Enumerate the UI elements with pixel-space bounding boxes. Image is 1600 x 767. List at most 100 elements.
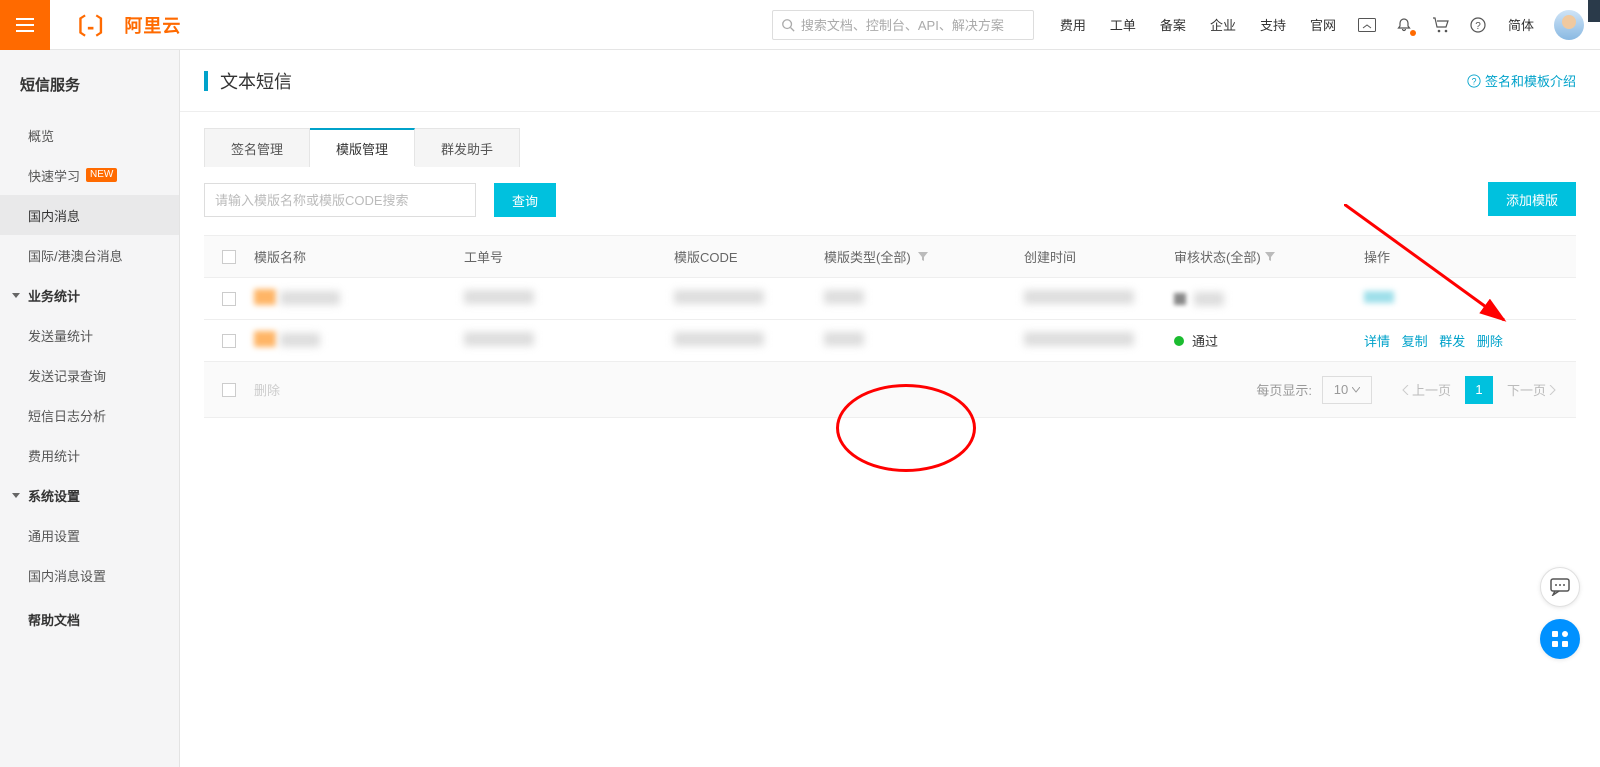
new-badge: NEW (86, 168, 117, 182)
col-code: 模版CODE (674, 247, 824, 266)
sidebar-item-quickstart[interactable]: 快速学习NEW (0, 155, 179, 195)
float-apps-button[interactable] (1540, 619, 1580, 659)
sidebar-cat-stats[interactable]: 业务统计 (0, 275, 179, 315)
chevron-left-icon (1402, 385, 1410, 395)
bell-icon[interactable] (1386, 17, 1422, 33)
apps-icon (1551, 630, 1569, 648)
redacted (464, 332, 534, 346)
pager-next[interactable]: 下一页 (1499, 376, 1566, 404)
sidebar: 短信服务 概览 快速学习NEW 国内消息 国际/港澳台消息 业务统计 发送量统计… (0, 50, 180, 767)
filter-icon (918, 252, 928, 262)
page-size-select[interactable]: 10 (1322, 376, 1372, 404)
search-icon (781, 18, 795, 32)
redacted (1024, 290, 1134, 304)
table-row (204, 278, 1576, 320)
sidebar-item-general[interactable]: 通用设置 (0, 515, 179, 555)
cart-icon[interactable] (1422, 17, 1460, 33)
caret-down-icon (12, 293, 20, 298)
toplink-icp[interactable]: 备案 (1148, 15, 1198, 34)
main: 文本短信 ? 签名和模板介绍 签名管理 模版管理 群发助手 添加模版 查询 模版… (180, 50, 1600, 767)
pager-prev[interactable]: 上一页 (1392, 376, 1459, 404)
brand-name: 阿里云 (124, 12, 181, 38)
redacted-status-icon (1174, 293, 1186, 305)
svg-text:?: ? (1472, 76, 1477, 86)
col-time: 创建时间 (1024, 247, 1174, 266)
caret-down-icon (12, 493, 20, 498)
toplink-ticket[interactable]: 工单 (1098, 15, 1148, 34)
screencast-icon[interactable] (1348, 18, 1386, 32)
col-type[interactable]: 模版类型(全部) (824, 247, 1024, 266)
status-label: 通过 (1192, 331, 1218, 350)
hamburger-menu-icon[interactable] (0, 0, 50, 50)
page-title: 文本短信 (204, 68, 292, 94)
redacted (674, 290, 764, 304)
notification-dot (1410, 30, 1416, 36)
toolbar: 查询 (204, 183, 1576, 217)
page-header: 文本短信 ? 签名和模板介绍 (180, 50, 1600, 112)
toplink-support[interactable]: 支持 (1248, 15, 1298, 34)
checkbox-footer[interactable] (222, 383, 236, 397)
chevron-down-icon (1352, 387, 1360, 393)
checkbox-row[interactable] (222, 334, 236, 348)
add-template-button[interactable]: 添加模版 (1488, 182, 1576, 216)
redacted (1194, 292, 1224, 306)
sidebar-title: 短信服务 (0, 74, 179, 115)
tab-signature[interactable]: 签名管理 (205, 129, 310, 167)
redacted (254, 289, 276, 305)
top-links: 费用 工单 备案 企业 支持 官网 ? 简体 (1048, 10, 1600, 40)
search-placeholder: 搜索文档、控制台、API、解决方案 (801, 15, 1004, 34)
brand-logo[interactable]: 〔-〕 阿里云 (64, 9, 181, 41)
sidebar-item-domestic[interactable]: 国内消息 (0, 195, 179, 235)
op-batch[interactable]: 群发 (1439, 334, 1465, 349)
sidebar-item-international[interactable]: 国际/港澳台消息 (0, 235, 179, 275)
table-row: 通过 详情 复制 群发 删除 (204, 320, 1576, 362)
question-circle-icon: ? (1467, 74, 1481, 88)
redacted (280, 333, 320, 347)
sidebar-item-sendstats[interactable]: 发送量统计 (0, 315, 179, 355)
checkbox-row[interactable] (222, 292, 236, 306)
col-order: 工单号 (464, 247, 674, 266)
table-header: 模版名称 工单号 模版CODE 模版类型(全部) 创建时间 审核状态(全部) 操… (204, 236, 1576, 278)
redacted (254, 331, 276, 347)
toplink-enterprise[interactable]: 企业 (1198, 15, 1248, 34)
global-search[interactable]: 搜索文档、控制台、API、解决方案 (772, 10, 1034, 40)
sidebar-item-help[interactable]: 帮助文档 (0, 599, 179, 639)
topbar: 〔-〕 阿里云 搜索文档、控制台、API、解决方案 费用 工单 备案 企业 支持… (0, 0, 1600, 50)
checkbox-all[interactable] (222, 250, 236, 264)
tab-template[interactable]: 模版管理 (310, 128, 415, 166)
sidebar-cat-settings[interactable]: 系统设置 (0, 475, 179, 515)
sidebar-item-feestats[interactable]: 费用统计 (0, 435, 179, 475)
help-icon[interactable]: ? (1460, 17, 1496, 33)
op-detail[interactable]: 详情 (1364, 334, 1390, 349)
redacted (1364, 291, 1394, 303)
batch-delete[interactable]: 删除 (254, 380, 280, 399)
avatar[interactable] (1554, 10, 1584, 40)
col-status[interactable]: 审核状态(全部) (1174, 247, 1364, 266)
chat-icon (1550, 578, 1570, 596)
language-switch[interactable]: 简体 (1496, 15, 1546, 34)
sidebar-item-sendlog[interactable]: 发送记录查询 (0, 355, 179, 395)
pager-current[interactable]: 1 (1465, 376, 1493, 404)
sidebar-item-domestic-settings[interactable]: 国内消息设置 (0, 555, 179, 595)
scrollbar-hint (1588, 0, 1600, 22)
redacted (280, 291, 340, 305)
redacted (1024, 332, 1134, 346)
redacted (674, 332, 764, 346)
redacted (824, 290, 864, 304)
status-dot-pass (1174, 336, 1184, 346)
toplink-site[interactable]: 官网 (1298, 15, 1348, 34)
float-chat-button[interactable] (1540, 567, 1580, 607)
redacted (824, 332, 864, 346)
tab-batch[interactable]: 群发助手 (415, 129, 519, 167)
chevron-right-icon (1548, 385, 1556, 395)
query-button[interactable]: 查询 (494, 183, 556, 217)
col-name: 模版名称 (254, 247, 464, 266)
sidebar-item-smslog[interactable]: 短信日志分析 (0, 395, 179, 435)
op-copy[interactable]: 复制 (1402, 334, 1428, 349)
toplink-fee[interactable]: 费用 (1048, 15, 1098, 34)
pager: 每页显示: 10 上一页 1 下一页 (1256, 376, 1566, 404)
template-search-input[interactable] (204, 183, 476, 217)
help-link[interactable]: ? 签名和模板介绍 (1467, 71, 1576, 90)
op-delete[interactable]: 删除 (1477, 334, 1503, 349)
sidebar-item-overview[interactable]: 概览 (0, 115, 179, 155)
